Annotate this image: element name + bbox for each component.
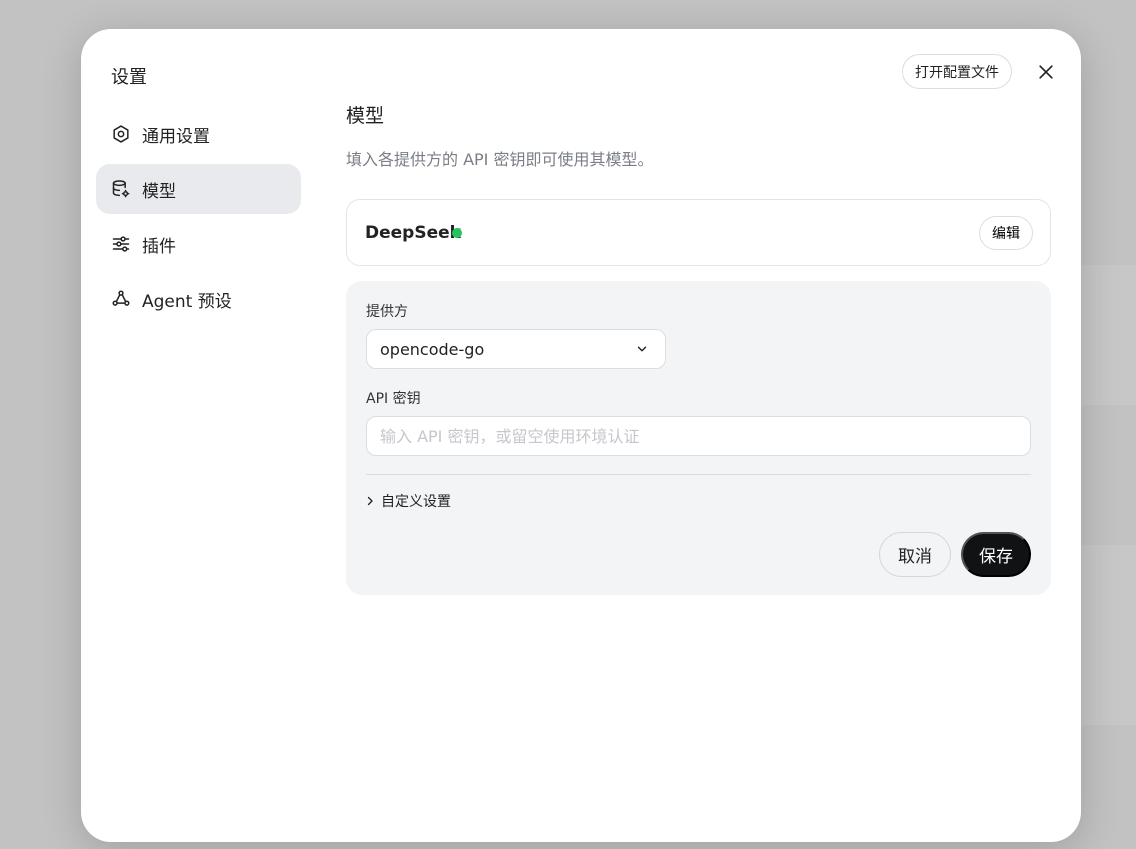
page-title: 模型 <box>346 105 385 127</box>
api-key-input[interactable] <box>366 416 1031 456</box>
nav-item-label: 通用设置 <box>142 126 210 147</box>
nav-item-label: Agent 预设 <box>142 291 232 312</box>
dialog-title: 设置 <box>111 67 147 88</box>
save-button[interactable]: 保存 <box>961 532 1031 577</box>
status-indicator <box>452 228 462 238</box>
nav-item-agent-presets[interactable]: Agent 预设 <box>96 274 301 324</box>
edit-button[interactable]: 编辑 <box>979 216 1033 250</box>
divider <box>366 474 1031 475</box>
gear-icon <box>110 123 132 145</box>
backdrop-strip <box>1076 545 1136 725</box>
database-gear-icon <box>110 178 132 200</box>
close-icon <box>1039 65 1053 79</box>
custom-settings-toggle[interactable]: 自定义设置 <box>364 491 451 511</box>
api-key-label: API 密钥 <box>366 391 421 407</box>
provider-name: DeepSeek <box>365 223 461 243</box>
provider-select[interactable]: opencode-go <box>366 329 666 369</box>
chevron-right-icon <box>364 495 376 507</box>
nav-item-general[interactable]: 通用设置 <box>96 109 301 159</box>
nav-item-label: 插件 <box>142 236 176 257</box>
backdrop-strip <box>1076 265 1136 405</box>
settings-dialog: 设置 通用设置 模型 插件 Agent 预设 打开配置文件 模型 填入各提供方的… <box>81 29 1081 842</box>
chevron-down-icon <box>637 346 647 352</box>
custom-settings-label: 自定义设置 <box>381 494 451 510</box>
provider-select-value: opencode-go <box>380 339 485 359</box>
nav-item-models[interactable]: 模型 <box>96 164 301 214</box>
settings-nav: 通用设置 模型 插件 Agent 预设 <box>96 109 301 329</box>
open-config-button[interactable]: 打开配置文件 <box>902 54 1012 89</box>
page-description: 填入各提供方的 API 密钥即可使用其模型。 <box>346 150 654 169</box>
nav-item-label: 模型 <box>142 181 176 202</box>
agent-network-icon <box>110 288 132 310</box>
nav-item-plugins[interactable]: 插件 <box>96 219 301 269</box>
provider-card: DeepSeek 编辑 <box>346 199 1051 266</box>
cancel-button[interactable]: 取消 <box>879 532 951 577</box>
close-button[interactable] <box>1033 59 1059 85</box>
sliders-icon <box>110 233 132 255</box>
provider-label: 提供方 <box>366 304 408 320</box>
provider-form: 提供方 opencode-go API 密钥 自定义设置 取消 保存 <box>346 281 1051 595</box>
